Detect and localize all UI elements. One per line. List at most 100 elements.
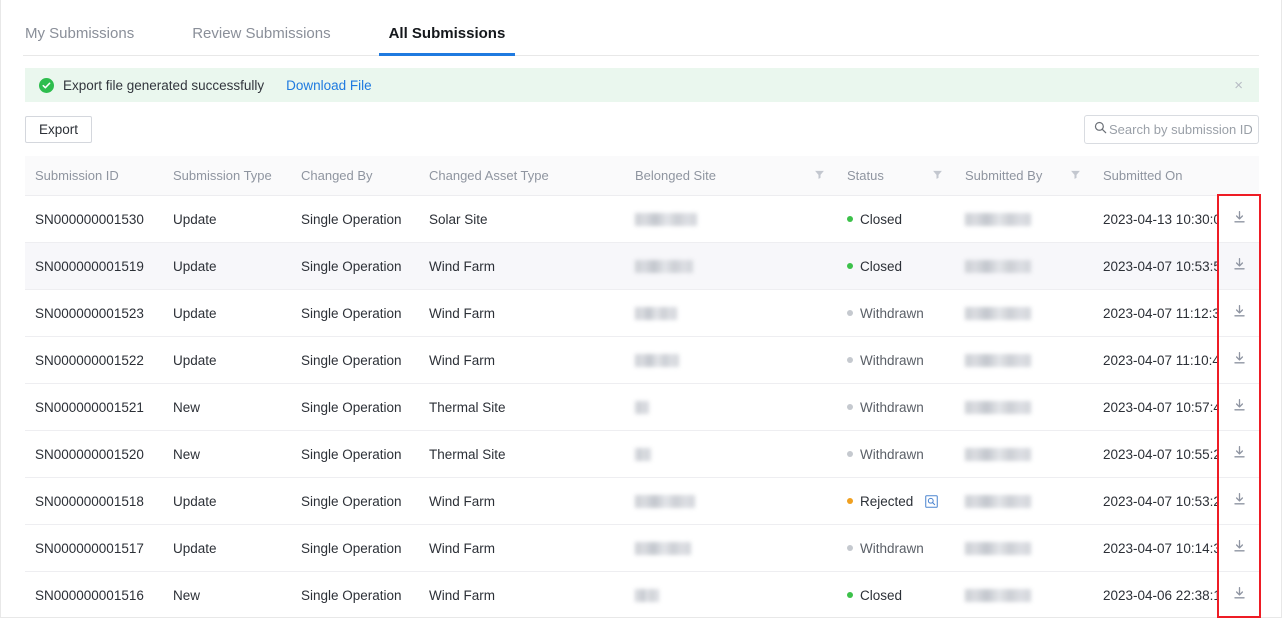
table-toolbar: Export bbox=[25, 115, 1259, 144]
cell-changed-asset-type: Wind Farm bbox=[419, 289, 625, 337]
column-header-submitted-on[interactable]: Submitted On bbox=[1093, 156, 1219, 196]
tab-review-submissions[interactable]: Review Submissions bbox=[190, 25, 332, 55]
download-icon[interactable] bbox=[1232, 257, 1247, 272]
filter-icon[interactable] bbox=[1070, 168, 1081, 183]
cell-changed-by: Single Operation bbox=[291, 477, 419, 525]
table-row[interactable]: SN000000001523 Update Single Operation W… bbox=[25, 289, 1259, 337]
tab-all-submissions[interactable]: All Submissions bbox=[378, 25, 515, 56]
cell-submission-type: Update bbox=[163, 195, 291, 243]
redacted-value bbox=[635, 589, 659, 603]
filter-icon[interactable] bbox=[932, 168, 943, 183]
cell-submitted-by bbox=[955, 242, 1093, 290]
table-row[interactable]: SN000000001522 Update Single Operation W… bbox=[25, 336, 1259, 384]
download-icon[interactable] bbox=[1232, 492, 1247, 507]
tab-my-submissions[interactable]: My Submissions bbox=[23, 25, 136, 55]
cell-belonged-site bbox=[625, 195, 837, 243]
table-header-row: Submission ID Submission Type Changed By… bbox=[25, 156, 1259, 196]
cell-status: Closed bbox=[837, 571, 955, 618]
cell-submission-id: SN000000001517 bbox=[25, 524, 163, 572]
table-row[interactable]: SN000000001516 New Single Operation Wind… bbox=[25, 571, 1259, 618]
cell-status: Withdrawn bbox=[837, 524, 955, 572]
cell-belonged-site bbox=[625, 524, 837, 572]
cell-changed-by: Single Operation bbox=[291, 289, 419, 337]
status-dot-icon bbox=[847, 451, 853, 457]
close-icon[interactable]: × bbox=[1230, 76, 1247, 95]
cell-belonged-site bbox=[625, 336, 837, 384]
cell-changed-by: Single Operation bbox=[291, 242, 419, 290]
column-header-belonged-site[interactable]: Belonged Site bbox=[625, 156, 837, 196]
status-dot-icon bbox=[847, 545, 853, 551]
cell-submitted-on: 2023-04-07 10:53:5 bbox=[1093, 242, 1219, 290]
cell-submission-type: Update bbox=[163, 524, 291, 572]
export-button[interactable]: Export bbox=[25, 116, 93, 143]
column-header-status[interactable]: Status bbox=[837, 156, 955, 196]
cell-submission-id: SN000000001522 bbox=[25, 336, 163, 384]
redacted-value bbox=[965, 354, 1031, 368]
column-header-changed-by[interactable]: Changed By bbox=[291, 156, 419, 196]
download-icon[interactable] bbox=[1232, 586, 1247, 601]
column-label: Submitted On bbox=[1103, 168, 1183, 183]
column-label: Belonged Site bbox=[635, 168, 716, 183]
column-header-changed-asset-type[interactable]: Changed Asset Type bbox=[419, 156, 625, 196]
cell-status: Withdrawn bbox=[837, 336, 955, 384]
cell-submitted-by bbox=[955, 430, 1093, 478]
cell-submission-type: New bbox=[163, 383, 291, 431]
status-label: Withdrawn bbox=[860, 446, 924, 462]
cell-submission-id: SN000000001519 bbox=[25, 242, 163, 290]
table-row[interactable]: SN000000001519 Update Single Operation W… bbox=[25, 242, 1259, 290]
cell-changed-asset-type: Wind Farm bbox=[419, 336, 625, 384]
filter-icon[interactable] bbox=[814, 168, 825, 183]
cell-status: Closed bbox=[837, 195, 955, 243]
column-label: Submission ID bbox=[35, 168, 119, 183]
status-label: Withdrawn bbox=[860, 540, 924, 556]
cell-actions bbox=[1219, 524, 1259, 572]
redacted-value bbox=[635, 213, 697, 227]
cell-submitted-on: 2023-04-07 10:55:2 bbox=[1093, 430, 1219, 478]
status-label: Withdrawn bbox=[860, 399, 924, 415]
cell-submitted-by bbox=[955, 477, 1093, 525]
table-row[interactable]: SN000000001530 Update Single Operation S… bbox=[25, 195, 1259, 243]
search-icon bbox=[1094, 121, 1107, 139]
view-reason-icon[interactable] bbox=[925, 494, 939, 508]
table-body: SN000000001530 Update Single Operation S… bbox=[25, 195, 1259, 618]
search-input[interactable] bbox=[1109, 122, 1252, 137]
column-header-submitted-by[interactable]: Submitted By bbox=[955, 156, 1093, 196]
cell-belonged-site bbox=[625, 477, 837, 525]
cell-submission-type: Update bbox=[163, 242, 291, 290]
cell-actions bbox=[1219, 477, 1259, 525]
cell-actions bbox=[1219, 289, 1259, 337]
table-row[interactable]: SN000000001517 Update Single Operation W… bbox=[25, 524, 1259, 572]
column-header-submission-id[interactable]: Submission ID bbox=[25, 156, 163, 196]
download-icon[interactable] bbox=[1232, 304, 1247, 319]
table-row[interactable]: SN000000001520 New Single Operation Ther… bbox=[25, 430, 1259, 478]
download-icon[interactable] bbox=[1232, 539, 1247, 554]
table-row[interactable]: SN000000001521 New Single Operation Ther… bbox=[25, 383, 1259, 431]
cell-belonged-site bbox=[625, 242, 837, 290]
download-icon[interactable] bbox=[1232, 351, 1247, 366]
table-row[interactable]: SN000000001518 Update Single Operation W… bbox=[25, 477, 1259, 525]
cell-status: Withdrawn bbox=[837, 430, 955, 478]
cell-submission-id: SN000000001530 bbox=[25, 195, 163, 243]
cell-actions bbox=[1219, 430, 1259, 478]
column-header-submission-type[interactable]: Submission Type bbox=[163, 156, 291, 196]
redacted-value bbox=[965, 448, 1031, 462]
cell-changed-asset-type: Thermal Site bbox=[419, 430, 625, 478]
cell-submitted-by bbox=[955, 383, 1093, 431]
column-label: Submission Type bbox=[173, 168, 272, 183]
download-icon[interactable] bbox=[1232, 445, 1247, 460]
download-file-link[interactable]: Download File bbox=[286, 78, 372, 93]
redacted-value bbox=[965, 401, 1031, 415]
cell-changed-asset-type: Wind Farm bbox=[419, 477, 625, 525]
redacted-value bbox=[635, 354, 679, 368]
download-icon[interactable] bbox=[1232, 210, 1247, 225]
cell-submitted-by bbox=[955, 336, 1093, 384]
cell-changed-by: Single Operation bbox=[291, 195, 419, 243]
cell-changed-asset-type: Wind Farm bbox=[419, 571, 625, 618]
status-dot-icon bbox=[847, 404, 853, 410]
download-icon[interactable] bbox=[1232, 398, 1247, 413]
search-box[interactable] bbox=[1084, 115, 1259, 144]
cell-submitted-by bbox=[955, 524, 1093, 572]
status-dot-icon bbox=[847, 592, 853, 598]
cell-changed-by: Single Operation bbox=[291, 430, 419, 478]
redacted-value bbox=[635, 448, 651, 462]
